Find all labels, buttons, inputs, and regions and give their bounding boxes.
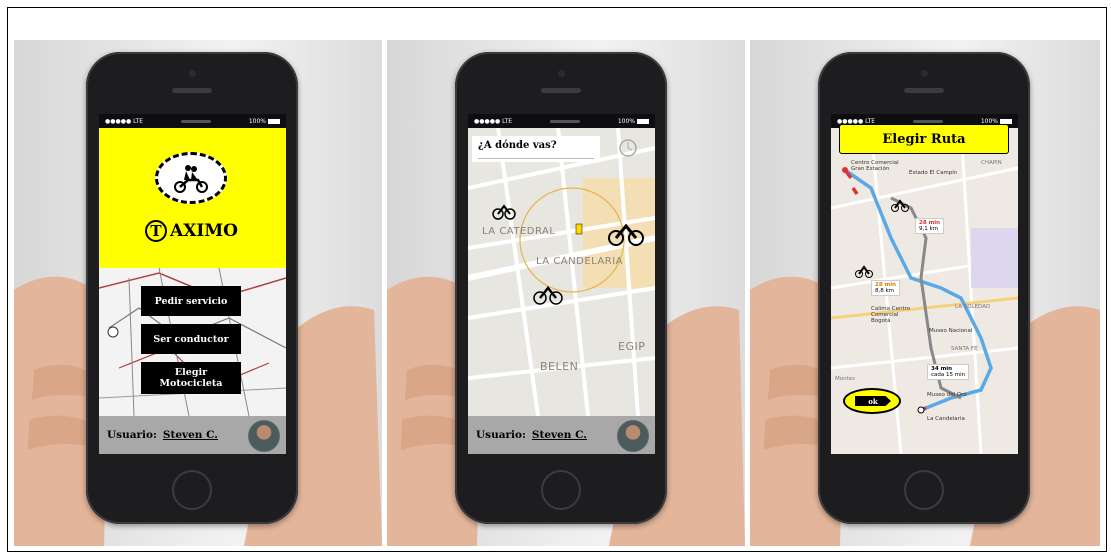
app-screen-map: ●●●●● LTE 100% LA CATEDRAL LA CANDELARIA… bbox=[468, 114, 655, 454]
mockup-panel-home: ●●●●● LTE 100% T AXIMO Pedir servicio Se… bbox=[14, 40, 382, 546]
route-option-1[interactable]: 28 min 9,1 km bbox=[915, 218, 945, 234]
page-title: Elegir Ruta bbox=[839, 124, 1009, 154]
brand-t-logo: T bbox=[145, 220, 167, 242]
speaker bbox=[172, 88, 212, 93]
map-label-la-soledad: LA SOLEDAD bbox=[955, 304, 991, 310]
user-name-link[interactable]: Steven C. bbox=[532, 429, 587, 441]
city-map: LA CATEDRAL LA CANDELARIA BELEN EGIP bbox=[468, 127, 655, 417]
motorcycle-riders-icon bbox=[174, 165, 208, 193]
map-label-egip: EGIP bbox=[618, 340, 646, 353]
front-camera bbox=[558, 70, 565, 77]
home-button bbox=[541, 470, 581, 510]
avatar[interactable] bbox=[617, 420, 649, 452]
motorcycle-marker-route-2 bbox=[855, 265, 873, 278]
user-bar: Usuario: Steven C. bbox=[468, 416, 655, 454]
destination-search[interactable]: ¿A dónde vas? bbox=[472, 136, 600, 162]
ok-button[interactable]: ok bbox=[843, 388, 901, 414]
user-label: Usuario: bbox=[107, 429, 157, 441]
app-screen-home: ●●●●● LTE 100% T AXIMO Pedir servicio Se… bbox=[99, 114, 286, 454]
carrier-text: ●●●●● LTE bbox=[474, 117, 513, 125]
status-bar: ●●●●● LTE 100% bbox=[468, 114, 655, 128]
mockup-panel-map: ●●●●● LTE 100% LA CATEDRAL LA CANDELARIA… bbox=[387, 40, 745, 546]
battery-text: 100% bbox=[617, 117, 635, 125]
notch-bar bbox=[549, 119, 580, 123]
map-label-centro: Centro Comercial Gran Estación bbox=[851, 160, 899, 172]
map-label-montes: Montes bbox=[835, 376, 856, 382]
phone-frame: ●●●●● LTE 100% Centro Comercial Gran Est… bbox=[818, 52, 1030, 524]
speaker bbox=[904, 88, 944, 93]
front-camera bbox=[189, 70, 196, 77]
brand-name: T AXIMO bbox=[145, 220, 238, 242]
request-service-button[interactable]: Pedir servicio bbox=[141, 286, 241, 316]
be-driver-button[interactable]: Ser conductor bbox=[141, 324, 241, 354]
route-option-3[interactable]: 34 min cada 15 min bbox=[927, 364, 970, 380]
user-name-link[interactable]: Steven C. bbox=[163, 429, 218, 441]
app-screen-route: ●●●●● LTE 100% Centro Comercial Gran Est… bbox=[831, 114, 1018, 454]
destination-input-line[interactable] bbox=[478, 158, 594, 159]
route-option-2[interactable]: 28 min 8,8 km bbox=[871, 280, 901, 296]
map-label-candelaria: LA CANDELARIA bbox=[536, 256, 624, 267]
battery-icon bbox=[637, 118, 649, 124]
map-label-estadio: Estado El Campín bbox=[909, 170, 958, 176]
route-option-dist: cada 15 min bbox=[931, 372, 966, 378]
map-label-catedral: LA CATEDRAL bbox=[482, 226, 556, 237]
phone-frame: ●●●●● LTE 100% T AXIMO Pedir servicio Se… bbox=[86, 52, 298, 524]
notch-bar bbox=[912, 119, 943, 123]
choose-motorcycle-button[interactable]: Elegir Motocicleta bbox=[141, 362, 241, 394]
mockup-panel-route: ●●●●● LTE 100% Centro Comercial Gran Est… bbox=[750, 40, 1100, 546]
map-label-calima: Calima Centro Comercial Bogotá bbox=[871, 306, 911, 324]
destination-prompt: ¿A dónde vas? bbox=[478, 140, 557, 151]
speaker bbox=[541, 88, 581, 93]
avatar[interactable] bbox=[248, 420, 280, 452]
moto-logo bbox=[155, 152, 227, 204]
map-label-chapin: CHAPIN bbox=[981, 160, 1002, 166]
brand-header: T AXIMO bbox=[99, 128, 286, 268]
map-label-belen: BELEN bbox=[540, 360, 579, 373]
user-bar: Usuario: Steven C. bbox=[99, 416, 286, 454]
battery-text: 100% bbox=[248, 117, 266, 125]
route-option-dist: 8,8 km bbox=[875, 288, 895, 294]
route-option-dist: 9,1 km bbox=[919, 226, 939, 232]
status-bar: ●●●●● LTE 100% bbox=[99, 114, 286, 128]
battery-icon bbox=[1000, 118, 1012, 124]
notch-bar bbox=[180, 119, 211, 123]
brand-text: AXIMO bbox=[170, 221, 238, 241]
carrier-text: ●●●●● LTE bbox=[105, 117, 144, 125]
map-label-candelaria: La Candelaria bbox=[927, 416, 965, 422]
ok-label: ok bbox=[855, 396, 891, 406]
phone-frame: ●●●●● LTE 100% LA CATEDRAL LA CANDELARIA… bbox=[455, 52, 667, 524]
user-label: Usuario: bbox=[476, 429, 526, 441]
map-label-santa-fe: SANTA FE bbox=[951, 346, 978, 352]
front-camera bbox=[921, 70, 928, 77]
map-label-museo-nacional: Museo Nacional bbox=[929, 328, 973, 334]
home-button bbox=[904, 470, 944, 510]
battery-icon bbox=[268, 118, 280, 124]
map-label-museo-oro: Museo del Oro bbox=[927, 392, 967, 398]
home-button bbox=[172, 470, 212, 510]
